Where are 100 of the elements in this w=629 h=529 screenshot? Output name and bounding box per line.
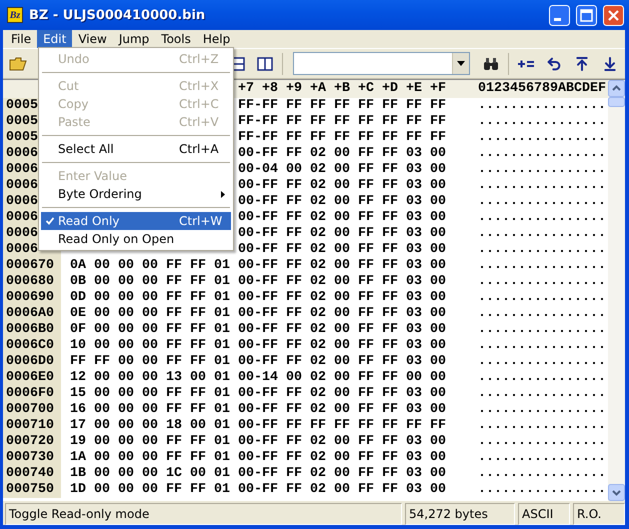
- ascii-text: ................: [477, 290, 606, 306]
- menu-item[interactable]: View: [72, 30, 113, 48]
- ascii-text: ................: [477, 114, 606, 130]
- address-cell: 000720: [3, 434, 61, 450]
- hex-bytes: 00-FF FF 02 00 FF FF 03 00: [238, 354, 447, 370]
- window-title: BZ - ULJS000410000.bin: [29, 8, 206, 22]
- address-cell: 0006D0: [3, 354, 61, 370]
- menu-item[interactable]: File: [5, 30, 38, 48]
- hex-bytes: 00-FF FF 02 00 FF FF 03 00: [238, 306, 447, 322]
- ascii-text: ................: [477, 178, 606, 194]
- close-button[interactable]: [603, 4, 624, 26]
- hex-bytes: 0D 00 00 00 FF FF 01: [70, 290, 231, 306]
- ascii-header: 0123456789ABCDEF: [477, 80, 606, 98]
- hex-bytes: 0A 00 00 00 FF FF 01: [70, 258, 231, 274]
- ascii-text: ................: [477, 274, 606, 290]
- menu-entry[interactable]: Read Only Ctrl+W: [41, 212, 231, 230]
- ascii-text: ................: [477, 322, 606, 338]
- hex-bytes: 0F 00 00 00 FF FF 01: [70, 322, 231, 338]
- hex-bytes: 00-FF FF 02 00 FF FF 03 00: [238, 434, 447, 450]
- encoding-indicator: ASCII: [518, 503, 570, 525]
- ascii-text: ................: [477, 450, 606, 466]
- address-cell: 000670: [3, 258, 61, 274]
- hex-bytes: 00-FF FF 02 00 FF FF 03 00: [238, 178, 447, 194]
- hex-bytes: 12 00 00 00 13 00 01: [70, 370, 231, 386]
- address-cell: 000690: [3, 290, 61, 306]
- ascii-text: ................: [477, 434, 606, 450]
- scroll-down-button[interactable]: [608, 484, 625, 501]
- app-icon: Bz: [7, 7, 23, 23]
- menu-item[interactable]: Edit: [37, 30, 72, 48]
- hex-bytes: FF FF 00 00 FF FF 01: [70, 354, 231, 370]
- address-cell: 0006A0: [3, 306, 61, 322]
- address-cell: 0006C0: [3, 338, 61, 354]
- hex-bytes: 1D 00 00 00 FF FF 01: [70, 482, 231, 498]
- hex-bytes: 00-FF FF 02 00 FF FF 03 00: [238, 322, 447, 338]
- hex-bytes: 15 00 00 00 FF FF 01: [70, 386, 231, 402]
- address-cell: 000730: [3, 450, 61, 466]
- hex-bytes: 16 00 00 00 FF FF 01: [70, 402, 231, 418]
- hex-bytes: 1A 00 00 00 FF FF 01: [70, 450, 231, 466]
- hex-bytes: 00-04 00 02 00 FF FF 03 00: [238, 162, 447, 178]
- address-cell: 000740: [3, 466, 61, 482]
- minimize-button[interactable]: [549, 4, 570, 26]
- ascii-text: ................: [477, 210, 606, 226]
- ascii-text: ................: [477, 194, 606, 210]
- hex-bytes: 00-14 00 02 00 FF FF 00 00: [238, 370, 447, 386]
- menu-item[interactable]: Tools: [155, 30, 197, 48]
- column-header: +7 +8 +9 +A +B +C +D +E +F: [238, 80, 447, 98]
- hex-bytes: 00-FF FF 02 00 FF FF 03 00: [238, 450, 447, 466]
- ascii-text: ................: [477, 386, 606, 402]
- vertical-scrollbar[interactable]: [608, 80, 625, 501]
- hex-bytes: 00-FF FF FF FF FF FF FF FF: [238, 418, 447, 434]
- hex-bytes: FF-FF FF FF FF FF FF FF FF: [238, 114, 447, 130]
- hex-bytes: 00-FF FF 02 00 FF FF 03 00: [238, 338, 447, 354]
- scroll-thumb[interactable]: [608, 97, 625, 107]
- hex-bytes: FF-FF FF FF FF FF FF FF FF: [238, 98, 447, 114]
- hex-bytes: 0E 00 00 00 FF FF 01: [70, 306, 231, 322]
- ascii-text: ................: [477, 98, 606, 114]
- address-cell: 0006E0: [3, 370, 61, 386]
- status-message: Toggle Read-only mode: [5, 503, 402, 525]
- hex-bytes: 00-FF FF 02 00 FF FF 03 00: [238, 386, 447, 402]
- menu-item[interactable]: Help: [196, 30, 236, 48]
- ascii-text: ................: [477, 418, 606, 434]
- hex-bytes: 00-FF FF 02 00 FF FF 03 00: [238, 226, 447, 242]
- ascii-text: ................: [477, 306, 606, 322]
- scroll-up-button[interactable]: [608, 80, 625, 97]
- address-cell: 000700: [3, 402, 61, 418]
- ascii-text: ................: [477, 162, 606, 178]
- hex-bytes: 0B 00 00 00 FF FF 01: [70, 274, 231, 290]
- hex-bytes: 00-FF FF 02 00 FF FF 03 00: [238, 210, 447, 226]
- ascii-text: ................: [477, 370, 606, 386]
- search-combo-box[interactable]: [292, 52, 470, 75]
- address-cell: 000680: [3, 274, 61, 290]
- hex-bytes: 00-FF FF 02 00 FF FF 03 00: [238, 402, 447, 418]
- hex-bytes: 00-FF FF 02 00 FF FF 03 00: [238, 242, 447, 258]
- address-cell: 000750: [3, 482, 61, 498]
- address-cell: 000710: [3, 418, 61, 434]
- ascii-text: ................: [477, 226, 606, 242]
- hex-bytes: 00-FF FF 02 00 FF FF 03 00: [238, 290, 447, 306]
- ascii-text: ................: [477, 482, 606, 498]
- address-cell: 0006F0: [3, 386, 61, 402]
- ascii-text: ................: [477, 354, 606, 370]
- hex-bytes: 00-FF FF 02 00 FF FF 03 00: [238, 258, 447, 274]
- ascii-text: ................: [477, 242, 606, 258]
- hex-bytes: 1B 00 00 00 1C 00 01: [70, 466, 231, 482]
- hex-bytes: 00-FF FF 02 00 FF FF 03 00: [238, 194, 447, 210]
- menu-item[interactable]: Jump: [112, 30, 156, 48]
- ascii-text: ................: [477, 466, 606, 482]
- maximize-button[interactable]: [576, 4, 597, 26]
- ascii-text: ................: [477, 338, 606, 354]
- submenu-arrow-icon: [221, 190, 225, 198]
- file-size: 54,272 bytes: [405, 503, 515, 525]
- hex-bytes: 19 00 00 00 FF FF 01: [70, 434, 231, 450]
- address-cell: 0006B0: [3, 322, 61, 338]
- hex-bytes: 00-FF FF 02 00 FF FF 03 00: [238, 482, 447, 498]
- mode-indicator: R.O.: [573, 503, 625, 525]
- hex-bytes: 00-FF FF 02 00 FF FF 03 00: [238, 274, 447, 290]
- hex-bytes: 00-FF FF 02 00 FF FF 03 00: [238, 146, 447, 162]
- ascii-text: ................: [477, 402, 606, 418]
- hex-bytes: 17 00 00 00 18 00 01: [70, 418, 231, 434]
- ascii-text: ................: [477, 130, 606, 146]
- hex-bytes: 10 00 00 00 FF FF 01: [70, 338, 231, 354]
